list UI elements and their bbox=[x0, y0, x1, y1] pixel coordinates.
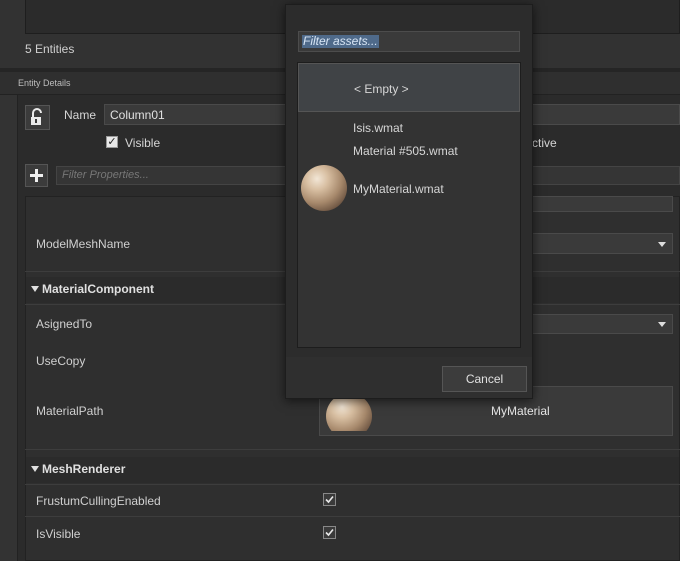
is-visible-label: IsVisible bbox=[36, 527, 81, 541]
asset-item-label: < Empty > bbox=[354, 82, 409, 96]
plus-icon bbox=[30, 169, 43, 182]
filter-assets-placeholder: Filter assets... bbox=[302, 34, 379, 48]
visible-checkbox[interactable]: ✓ bbox=[106, 136, 118, 148]
triangle-down-icon bbox=[31, 466, 39, 472]
material-path-value: MyMaterial bbox=[491, 404, 550, 418]
material-thumbnail bbox=[326, 393, 372, 431]
asset-item-empty[interactable]: < Empty > bbox=[298, 63, 520, 112]
asset-item-label: Material #505.wmat bbox=[353, 144, 458, 158]
triangle-down-icon bbox=[31, 286, 39, 292]
name-label: Name bbox=[64, 108, 97, 122]
row-separator bbox=[25, 449, 680, 450]
material-thumbnail bbox=[301, 165, 347, 211]
active-label: ctive bbox=[532, 136, 557, 150]
asset-item-mymaterial[interactable]: MyMaterial.wmat bbox=[298, 162, 520, 214]
asset-item-label: Isis.wmat bbox=[353, 121, 404, 135]
chevron-down-icon bbox=[658, 242, 666, 247]
add-component-button[interactable] bbox=[25, 164, 48, 187]
use-copy-label: UseCopy bbox=[36, 354, 86, 368]
viewport-edge bbox=[0, 95, 18, 561]
row-separator bbox=[25, 484, 680, 485]
lock-icon bbox=[31, 108, 42, 125]
checkmark-icon bbox=[325, 495, 334, 504]
checkmark-icon: ✓ bbox=[107, 136, 117, 148]
visible-label: Visible bbox=[125, 136, 161, 150]
chevron-down-icon bbox=[658, 322, 666, 327]
asigned-to-label: AsignedTo bbox=[36, 317, 93, 331]
cancel-button[interactable]: Cancel bbox=[442, 366, 527, 392]
material-component-title: MaterialComponent bbox=[42, 282, 155, 296]
asset-item-label: MyMaterial.wmat bbox=[353, 182, 444, 196]
entity-details-title: Entity Details bbox=[18, 78, 71, 88]
row-separator bbox=[25, 516, 680, 517]
checkmark-icon bbox=[325, 528, 334, 537]
entity-count: 5 Entities bbox=[25, 42, 75, 56]
asset-item-material-505[interactable]: Material #505.wmat bbox=[298, 139, 520, 161]
is-visible-checkbox[interactable] bbox=[323, 526, 336, 539]
mesh-renderer-header[interactable]: MeshRenderer bbox=[26, 457, 679, 483]
mesh-renderer-title: MeshRenderer bbox=[42, 462, 126, 476]
frustum-culling-label: FrustumCullingEnabled bbox=[36, 494, 161, 508]
frustum-culling-checkbox[interactable] bbox=[323, 493, 336, 506]
lock-button[interactable] bbox=[25, 105, 50, 130]
material-path-label: MaterialPath bbox=[36, 404, 104, 418]
model-mesh-name-label: ModelMeshName bbox=[36, 237, 131, 251]
asset-item-isis[interactable]: Isis.wmat bbox=[298, 116, 520, 138]
